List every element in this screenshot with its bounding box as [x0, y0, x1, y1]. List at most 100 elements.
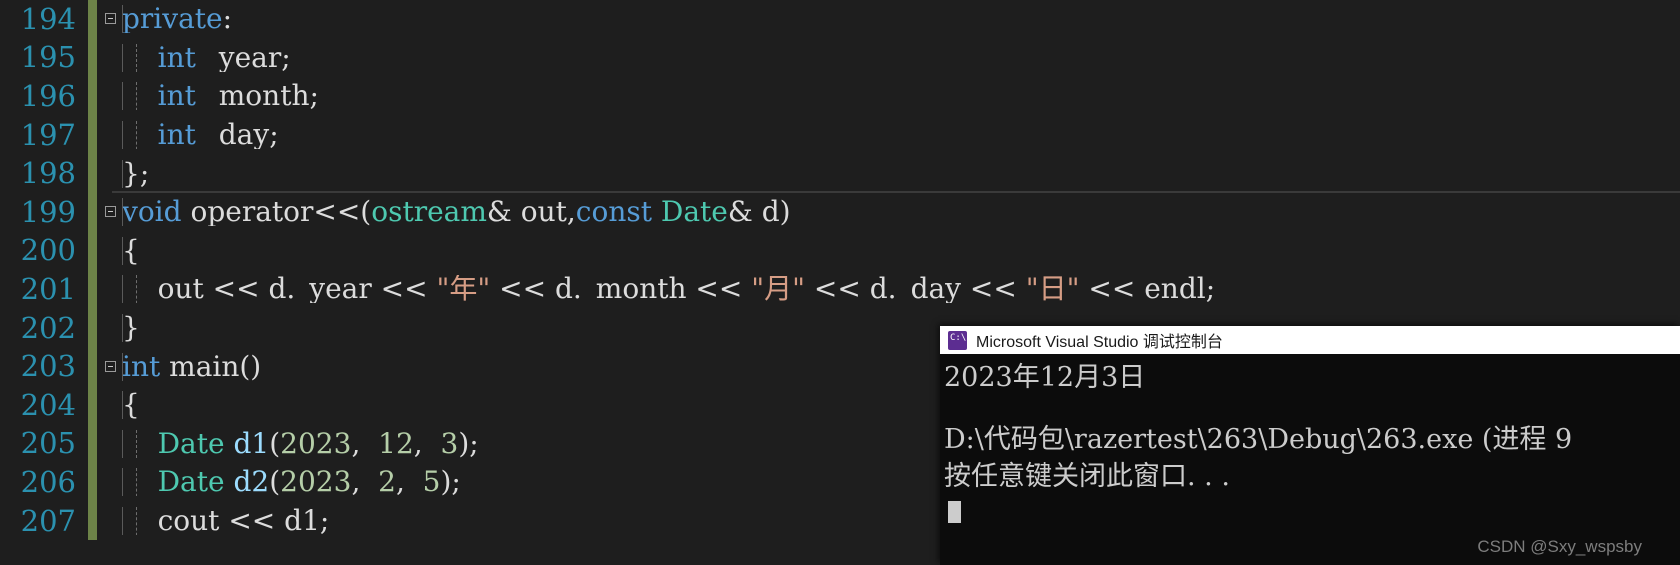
code-token: 2023: [280, 429, 352, 458]
gutter-gap: [97, 231, 104, 271]
code-token: {: [122, 391, 140, 420]
block-structure-guide: [122, 314, 123, 343]
code-token: ,: [351, 468, 370, 497]
change-indicator-bar: [88, 270, 97, 309]
gutter-gap: [97, 347, 104, 386]
change-indicator-bar: [88, 192, 97, 232]
change-indicator-bar: [88, 115, 97, 155]
code-line[interactable]: 199 void operator<<(ostream& out,const Da…: [0, 192, 1680, 232]
block-structure-guide: [122, 121, 123, 150]
change-indicator-bar: [88, 231, 97, 271]
gutter-gap: [97, 270, 104, 309]
code-line[interactable]: 197 int _day;: [0, 115, 1680, 155]
line-number: 195: [20, 40, 76, 75]
block-structure-guide: [122, 43, 123, 72]
code-token: "年": [436, 275, 491, 304]
change-indicator-bar: [88, 424, 97, 464]
block-structure-guide: [122, 236, 123, 265]
vs-code-editor-screenshot: 194 private: 195 int _year; 196 int _month;…: [0, 0, 1680, 565]
code-token: "月": [751, 275, 806, 304]
code-token: d2: [233, 468, 270, 497]
console-output-area[interactable]: 2023年12月3日 D:\代码包\razertest\263\Debug\26…: [940, 354, 1680, 565]
change-indicator-bar: [88, 501, 97, 541]
code-token: << endl;: [1079, 275, 1216, 304]
collapse-minus-icon[interactable]: [104, 347, 122, 386]
code-token: & d): [727, 198, 791, 227]
outline-column: [104, 425, 122, 464]
change-indicator-bar: [88, 463, 97, 502]
code-line-text: int _day;: [122, 121, 1680, 150]
code-token: _day;: [195, 121, 279, 150]
code-line[interactable]: 201 out << d._year << "年" << d._month <<…: [0, 270, 1680, 309]
code-line[interactable]: 196 int _month;: [0, 77, 1680, 116]
code-line-text: {: [122, 236, 1680, 265]
code-token: private: [122, 5, 223, 34]
csdn-watermark: CSDN @Sxy_wspsby: [1477, 537, 1642, 556]
code-line-text: };: [122, 159, 1680, 188]
outline-column: [104, 270, 122, 309]
outline-column: [104, 463, 122, 502]
code-token: (: [269, 429, 281, 458]
debug-console-window[interactable]: Microsoft Visual Studio 调试控制台 2023年12月3日…: [940, 326, 1680, 565]
code-token: operator<<(: [181, 198, 372, 227]
code-token: 12: [369, 429, 414, 458]
console-title-text: Microsoft Visual Studio 调试控制台: [976, 334, 1223, 351]
code-token: ,: [351, 429, 370, 458]
code-token: Date: [660, 198, 728, 227]
gutter-gap: [97, 77, 104, 116]
outline-column: [104, 309, 122, 348]
indent-guide: [136, 507, 138, 536]
code-token: _year;: [195, 43, 291, 72]
code-token: (: [269, 468, 281, 497]
code-token: main(): [160, 352, 262, 381]
code-token: cout << d1;: [122, 507, 330, 536]
code-token: int: [157, 43, 196, 72]
collapse-minus-icon[interactable]: [104, 0, 122, 39]
gutter-gap: [97, 385, 104, 425]
gutter-gap: [97, 424, 104, 464]
gutter-gap: [97, 308, 104, 348]
collapsed-region-separator: [112, 191, 1680, 193]
console-output-line-1: 2023年12月3日: [944, 362, 1146, 393]
line-number: 198: [20, 156, 76, 191]
block-structure-guide: [122, 275, 123, 304]
code-token: d1: [233, 429, 270, 458]
change-indicator-bar: [88, 154, 97, 193]
code-token: );: [440, 468, 461, 497]
code-token: 3: [431, 429, 459, 458]
code-line[interactable]: 198};: [0, 154, 1680, 193]
code-token: const: [575, 198, 652, 227]
outline-column: [104, 502, 122, 541]
block-structure-guide: [122, 429, 123, 458]
console-cursor: [948, 501, 961, 524]
collapse-minus-icon[interactable]: [104, 193, 122, 232]
outline-column: [104, 386, 122, 425]
change-indicator-bar: [88, 347, 97, 386]
code-token: 2023: [280, 468, 352, 497]
console-output-line-2: D:\代码包\razertest\263\Debug\263.exe (进程 9: [944, 424, 1573, 456]
outline-column: [104, 39, 122, 78]
code-line[interactable]: 194 private:: [0, 0, 1680, 39]
change-indicator-bar: [88, 0, 97, 39]
change-indicator-bar: [88, 77, 97, 116]
block-structure-guide: [122, 352, 123, 381]
code-token: Date: [157, 429, 225, 458]
console-title-bar[interactable]: Microsoft Visual Studio 调试控制台: [940, 326, 1680, 354]
cmd-icon: [948, 330, 967, 350]
code-token: _month;: [195, 82, 319, 111]
indent-guide: [136, 82, 138, 111]
line-number: 203: [20, 349, 76, 384]
code-token: int: [157, 82, 196, 111]
code-token: 5: [413, 468, 441, 497]
code-token: );: [458, 429, 479, 458]
line-number: 202: [20, 310, 76, 345]
code-line[interactable]: 200 {: [0, 231, 1680, 271]
code-token: };: [122, 159, 150, 188]
code-token: void: [122, 198, 182, 227]
code-token: ostream: [371, 198, 487, 227]
gutter-gap: [97, 501, 104, 541]
line-number: 205: [20, 426, 76, 461]
line-number: 207: [20, 503, 76, 538]
code-line[interactable]: 195 int _year;: [0, 38, 1680, 78]
